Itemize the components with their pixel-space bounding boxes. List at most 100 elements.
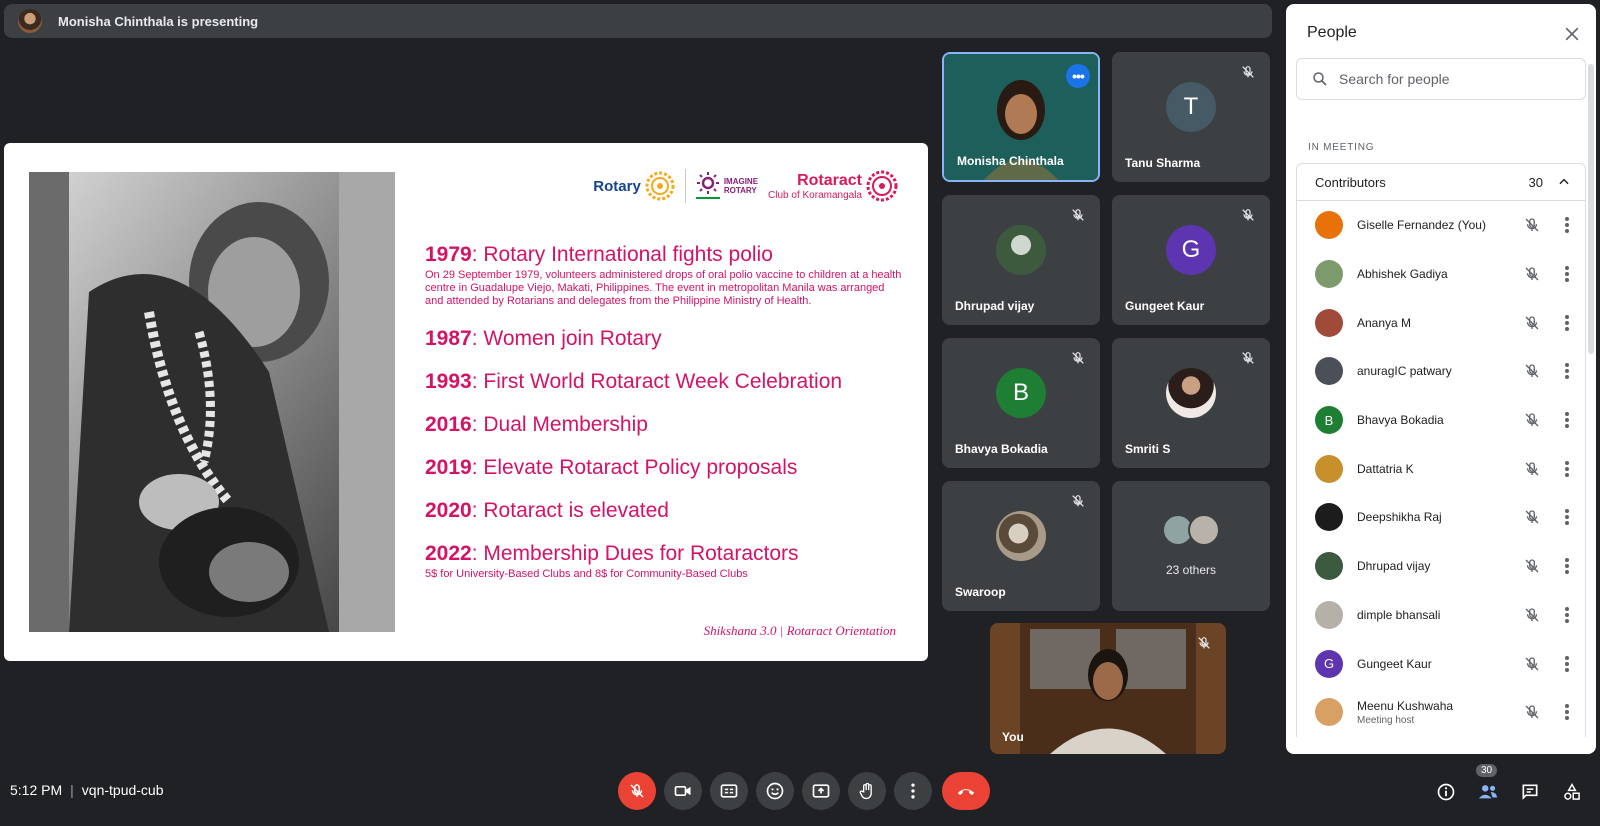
participant-info: Dhrupad vijay: [1357, 559, 1517, 573]
participant-list-item[interactable]: Giselle Fernandez (You): [1297, 201, 1585, 250]
participant-list-item[interactable]: anuragIC patwary: [1297, 347, 1585, 396]
participant-list-item[interactable]: G Gungeet Kaur: [1297, 639, 1585, 688]
presentation-slide[interactable]: Rotary IMAGINE ROTARY Rotaract Club of K…: [4, 143, 928, 661]
more-options-icon[interactable]: [1565, 412, 1569, 429]
timeline-title: : Elevate Rotaract Policy proposals: [471, 456, 798, 479]
reactions-button[interactable]: [756, 772, 794, 810]
timeline-title: : Women join Rotary: [471, 327, 662, 350]
panel-title: People: [1307, 24, 1357, 41]
participant-name: Swaroop: [955, 585, 1006, 599]
participant-tile-swaroop[interactable]: Swaroop: [942, 481, 1100, 611]
mic-off-icon[interactable]: [1523, 655, 1541, 673]
participant-list-item[interactable]: Meenu Kushwaha Meeting host: [1297, 688, 1585, 737]
mic-off-icon: [1242, 66, 1254, 78]
avatar: [1315, 357, 1343, 386]
side-controls: 30: [1426, 764, 1592, 812]
rotaract-wheel-icon: [866, 170, 898, 202]
others-tile[interactable]: 23 others: [1112, 481, 1270, 611]
leave-call-button[interactable]: [942, 772, 990, 810]
timeline-item: 1993: First World Rotaract Week Celebrat…: [425, 370, 905, 394]
present-button[interactable]: [802, 772, 840, 810]
more-options-icon[interactable]: [1565, 558, 1569, 575]
timeline-year: 1993: [425, 370, 472, 393]
raise-hand-button[interactable]: [848, 772, 886, 810]
meeting-info: 5:12 PM | vqn-tpud-cub: [10, 782, 164, 798]
participant-tile-smriti[interactable]: Smriti S: [1112, 338, 1270, 468]
mic-off-icon: [1072, 209, 1084, 221]
search-box[interactable]: [1296, 58, 1586, 100]
participant-info: Bhavya Bokadia: [1357, 413, 1517, 427]
more-options-icon[interactable]: [1565, 460, 1569, 477]
participant-tile-tanu[interactable]: T Tanu Sharma: [1112, 52, 1270, 182]
avatar: B: [1315, 406, 1343, 435]
meeting-details-button[interactable]: [1426, 772, 1466, 812]
participant-list-item[interactable]: Dhrupad vijay: [1297, 542, 1585, 591]
search-input[interactable]: [1339, 71, 1569, 87]
more-options-icon[interactable]: [1565, 266, 1569, 283]
mic-off-icon[interactable]: [1523, 314, 1541, 332]
participant-avatar: [996, 510, 1046, 561]
participant-list-item[interactable]: Abhishek Gadiya: [1297, 250, 1585, 299]
captions-button[interactable]: [710, 772, 748, 810]
mic-off-icon[interactable]: [1523, 265, 1541, 283]
mic-off-icon[interactable]: [1523, 508, 1541, 526]
camera-toggle-button[interactable]: [664, 772, 702, 810]
timeline-item: 2016: Dual Membership: [425, 413, 905, 437]
more-options-icon[interactable]: [1565, 606, 1569, 623]
mic-off-icon[interactable]: [1523, 411, 1541, 429]
timeline-description: 5$ for University-Based Clubs and 8$ for…: [425, 568, 748, 580]
participant-list-item[interactable]: Dattatria K: [1297, 444, 1585, 493]
timeline-year: 1979: [425, 243, 472, 266]
avatar: [1315, 552, 1343, 581]
participant-tile-dhrupad[interactable]: Dhrupad vijay: [942, 195, 1100, 325]
camera-icon: [674, 786, 691, 796]
contributors-group-header[interactable]: Contributors 30: [1296, 163, 1586, 201]
rotary-logo-text: Rotary: [593, 177, 641, 195]
mic-off-icon[interactable]: [1523, 460, 1541, 478]
participant-avatar: G: [1166, 224, 1216, 275]
participant-avatar: B: [996, 367, 1046, 418]
close-icon[interactable]: [1562, 24, 1582, 44]
participant-list-item[interactable]: Deepshikha Raj: [1297, 493, 1585, 542]
participant-name: anuragIC patwary: [1357, 364, 1452, 379]
chat-button[interactable]: [1510, 772, 1550, 812]
people-button[interactable]: 30: [1468, 764, 1508, 812]
others-count: 23 others: [1165, 563, 1217, 577]
more-options-icon[interactable]: [1565, 363, 1569, 380]
more-options-icon[interactable]: [1565, 314, 1569, 331]
timeline-title: : Rotaract is elevated: [471, 499, 669, 522]
others-avatars: [1162, 514, 1220, 547]
timeline-title: : Dual Membership: [471, 413, 648, 436]
mic-off-icon[interactable]: [1523, 606, 1541, 624]
activities-button[interactable]: [1552, 772, 1592, 812]
participant-tile-bhavya[interactable]: B Bhavya Bokadia: [942, 338, 1100, 468]
participant-role: Meeting host: [1357, 714, 1415, 726]
participant-list-item[interactable]: Ananya M: [1297, 298, 1585, 347]
timeline-year: 1987: [425, 327, 472, 350]
timeline-title: : Membership Dues for Rotaractors: [471, 542, 799, 565]
mic-off-icon[interactable]: [1523, 557, 1541, 575]
mic-off-icon[interactable]: [1523, 362, 1541, 380]
more-options-icon[interactable]: [1565, 655, 1569, 672]
participant-tile-monisha[interactable]: ••• Monisha Chinthala: [942, 52, 1100, 182]
participant-tile-gungeet[interactable]: G Gungeet Kaur: [1112, 195, 1270, 325]
participant-list-item[interactable]: B Bhavya Bokadia: [1297, 396, 1585, 445]
mic-off-icon[interactable]: [1523, 703, 1541, 721]
self-video-tile[interactable]: You: [990, 623, 1226, 754]
participant-avatar: T: [1166, 81, 1216, 132]
participant-list-item[interactable]: dimple bhansali: [1297, 591, 1585, 640]
mic-toggle-button[interactable]: [618, 772, 656, 810]
timeline-year: 2016: [425, 413, 472, 436]
timeline-year: 2019: [425, 456, 472, 479]
participant-name: Abhishek Gadiya: [1357, 267, 1448, 282]
more-options-icon[interactable]: [1565, 704, 1569, 721]
more-options-icon[interactable]: [1565, 509, 1569, 526]
mic-off-icon[interactable]: [1523, 216, 1541, 234]
scrollbar[interactable]: [1588, 64, 1594, 354]
participant-info: Giselle Fernandez (You): [1357, 218, 1517, 232]
avatar: G: [1315, 649, 1343, 678]
meeting-code: vqn-tpud-cub: [81, 782, 164, 798]
more-options-icon[interactable]: •••: [1066, 64, 1090, 88]
more-options-button[interactable]: [894, 772, 932, 810]
more-options-icon[interactable]: [1565, 217, 1569, 234]
